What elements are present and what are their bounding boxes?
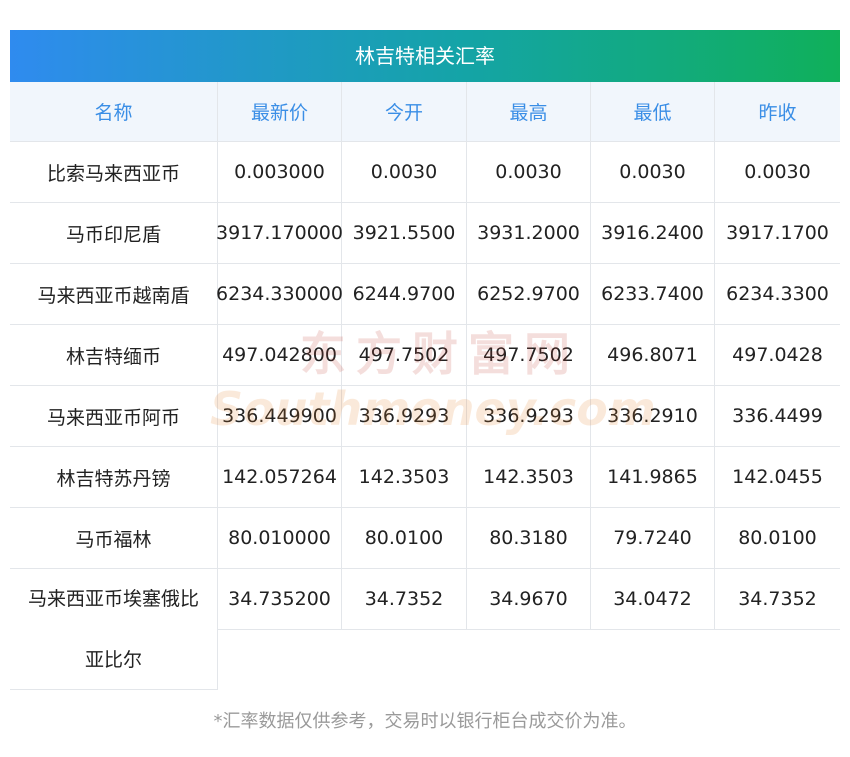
col-header-latest: 最新价 xyxy=(218,82,342,142)
cell-latest: 3917.170000 xyxy=(216,203,343,264)
col-header-name: 名称 xyxy=(10,82,218,142)
cell-prev-close: 497.0428 xyxy=(715,325,840,386)
cell-latest: 142.057264 xyxy=(218,447,342,508)
cell-latest: 497.042800 xyxy=(218,325,342,386)
row-name: 马币印尼盾 xyxy=(10,203,218,264)
cell-high: 0.0030 xyxy=(467,142,591,203)
cell-high: 142.3503 xyxy=(467,447,591,508)
cell-open: 497.7502 xyxy=(342,325,467,386)
cell-prev-close: 80.0100 xyxy=(715,508,840,569)
cell-latest: 34.735200 xyxy=(218,569,342,630)
cell-low: 3916.2400 xyxy=(591,203,715,264)
cell-open: 6244.9700 xyxy=(342,264,467,325)
cell-high: 34.9670 xyxy=(467,569,591,630)
cell-low: 336.2910 xyxy=(591,386,715,447)
row-name: 马来西亚币埃塞俄比 亚比尔 xyxy=(10,569,218,690)
col-header-prev-close: 昨收 xyxy=(715,82,840,142)
cell-latest: 336.449900 xyxy=(218,386,342,447)
cell-open: 336.9293 xyxy=(342,386,467,447)
cell-high: 6252.9700 xyxy=(467,264,591,325)
col-header-high: 最高 xyxy=(467,82,591,142)
row-name-line-1: 马来西亚币埃塞俄比 xyxy=(27,588,199,610)
cell-prev-close: 0.0030 xyxy=(715,142,840,203)
row-name: 比索马来西亚币 xyxy=(10,142,218,203)
cell-open: 142.3503 xyxy=(342,447,467,508)
page-title: 林吉特相关汇率 xyxy=(10,30,840,82)
cell-prev-close: 3917.1700 xyxy=(715,203,840,264)
cell-low: 79.7240 xyxy=(591,508,715,569)
disclaimer-footnote: *汇率数据仅供参考，交易时以银行柜台成交价为准。 xyxy=(213,711,637,732)
cell-latest: 0.003000 xyxy=(218,142,342,203)
col-header-open: 今开 xyxy=(342,82,467,142)
cell-high: 80.3180 xyxy=(467,508,591,569)
row-name: 马来西亚币越南盾 xyxy=(10,264,218,325)
cell-latest: 80.010000 xyxy=(218,508,342,569)
cell-open: 80.0100 xyxy=(342,508,467,569)
cell-high: 336.9293 xyxy=(467,386,591,447)
cell-high: 497.7502 xyxy=(467,325,591,386)
cell-low: 6233.7400 xyxy=(591,264,715,325)
cell-high: 3931.2000 xyxy=(467,203,591,264)
cell-low: 496.8071 xyxy=(591,325,715,386)
row-name: 马来西亚币阿币 xyxy=(10,386,218,447)
cell-prev-close: 6234.3300 xyxy=(715,264,840,325)
col-header-low: 最低 xyxy=(591,82,715,142)
row-name: 林吉特苏丹镑 xyxy=(10,447,218,508)
row-name: 马币福林 xyxy=(10,508,218,569)
cell-low: 0.0030 xyxy=(591,142,715,203)
row-name: 林吉特缅币 xyxy=(10,325,218,386)
cell-low: 34.0472 xyxy=(591,569,715,630)
cell-open: 3921.5500 xyxy=(342,203,467,264)
cell-open: 34.7352 xyxy=(342,569,467,630)
cell-prev-close: 34.7352 xyxy=(715,569,840,630)
row-name-line-2: 亚比尔 xyxy=(84,649,142,671)
cell-low: 141.9865 xyxy=(591,447,715,508)
cell-prev-close: 142.0455 xyxy=(715,447,840,508)
cell-prev-close: 336.4499 xyxy=(715,386,840,447)
cell-open: 0.0030 xyxy=(342,142,467,203)
cell-latest: 6234.330000 xyxy=(216,264,343,325)
